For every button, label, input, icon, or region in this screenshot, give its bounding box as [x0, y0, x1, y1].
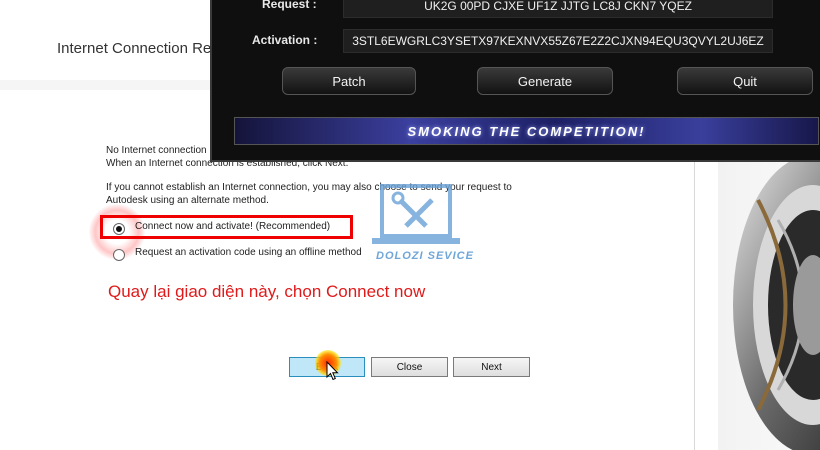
- banner-text: SMOKING THE COMPETITION!: [407, 124, 646, 139]
- watermark-text: DOLOZI SEVICE: [376, 250, 474, 262]
- mouse-cursor-icon: [326, 361, 339, 381]
- request-field[interactable]: UK2G 00PD CJXE UF1Z JJTG LC8J CKN7 YQEZ: [343, 0, 773, 18]
- tutorial-annotation: Quay lại giao diện này, chọn Connect now: [108, 282, 426, 301]
- keygen-banner: SMOKING THE COMPETITION!: [234, 117, 819, 145]
- generate-button[interactable]: Generate: [477, 67, 613, 95]
- next-button[interactable]: Next: [453, 357, 530, 377]
- no-connection-text: No Internet connection: [106, 145, 207, 156]
- request-label: Request :: [262, 0, 317, 11]
- activation-field[interactable]: 3STL6EWGRLC3YSETX97KEXNVX55Z67E2Z2CJXN94…: [343, 29, 773, 53]
- quit-button[interactable]: Quit: [677, 67, 813, 95]
- patch-button[interactable]: Patch: [282, 67, 416, 95]
- highlight-box: [100, 215, 353, 239]
- alternate-text-2: Autodesk using an alternate method.: [106, 195, 269, 206]
- offline-method-label[interactable]: Request an activation code using an offl…: [135, 247, 362, 258]
- activation-label: Activation :: [252, 33, 318, 47]
- keygen-window: Request : UK2G 00PD CJXE UF1Z JJTG LC8J …: [210, 0, 820, 162]
- offline-method-radio[interactable]: [113, 249, 125, 261]
- close-button[interactable]: Close: [371, 357, 448, 377]
- page-title: Internet Connection Re: [57, 40, 212, 57]
- product-artwork: [718, 160, 820, 450]
